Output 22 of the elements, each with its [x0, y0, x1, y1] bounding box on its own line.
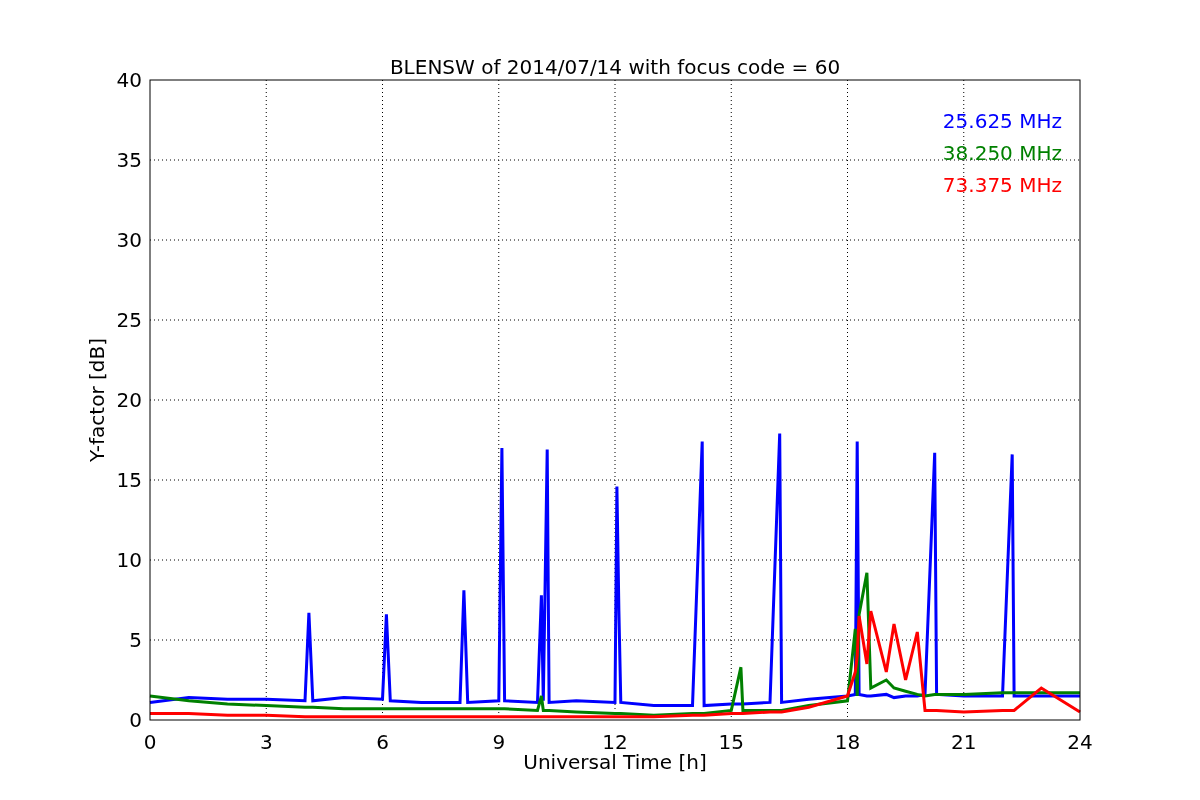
tick-label: 15	[718, 730, 744, 754]
tick-label: 9	[492, 730, 506, 754]
chart-title: BLENSW of 2014/07/14 with focus code = 60	[389, 55, 841, 79]
tick-label: 0	[129, 708, 142, 732]
tick-label: 15	[116, 468, 142, 492]
tick-label: 3	[259, 730, 273, 754]
legend-label: 38.250 MHz	[942, 141, 1062, 165]
tick-label: 21	[951, 730, 977, 754]
tick-label: 24	[1067, 730, 1093, 754]
tick-label: 35	[116, 148, 142, 172]
legend-label: 73.375 MHz	[942, 173, 1062, 197]
tick-label: 25	[116, 308, 142, 332]
tick-label: 5	[129, 628, 142, 652]
tick-label: 40	[116, 68, 142, 92]
tick-label: 20	[116, 388, 142, 412]
legend-label: 25.625 MHz	[942, 109, 1062, 133]
tick-label: 0	[143, 730, 157, 754]
tick-label: 10	[116, 548, 142, 572]
tick-label: 6	[376, 730, 389, 754]
tick-label: 18	[834, 730, 861, 754]
tick-label: 30	[116, 228, 142, 252]
y-axis-label: Y-factor [dB]	[85, 338, 109, 462]
